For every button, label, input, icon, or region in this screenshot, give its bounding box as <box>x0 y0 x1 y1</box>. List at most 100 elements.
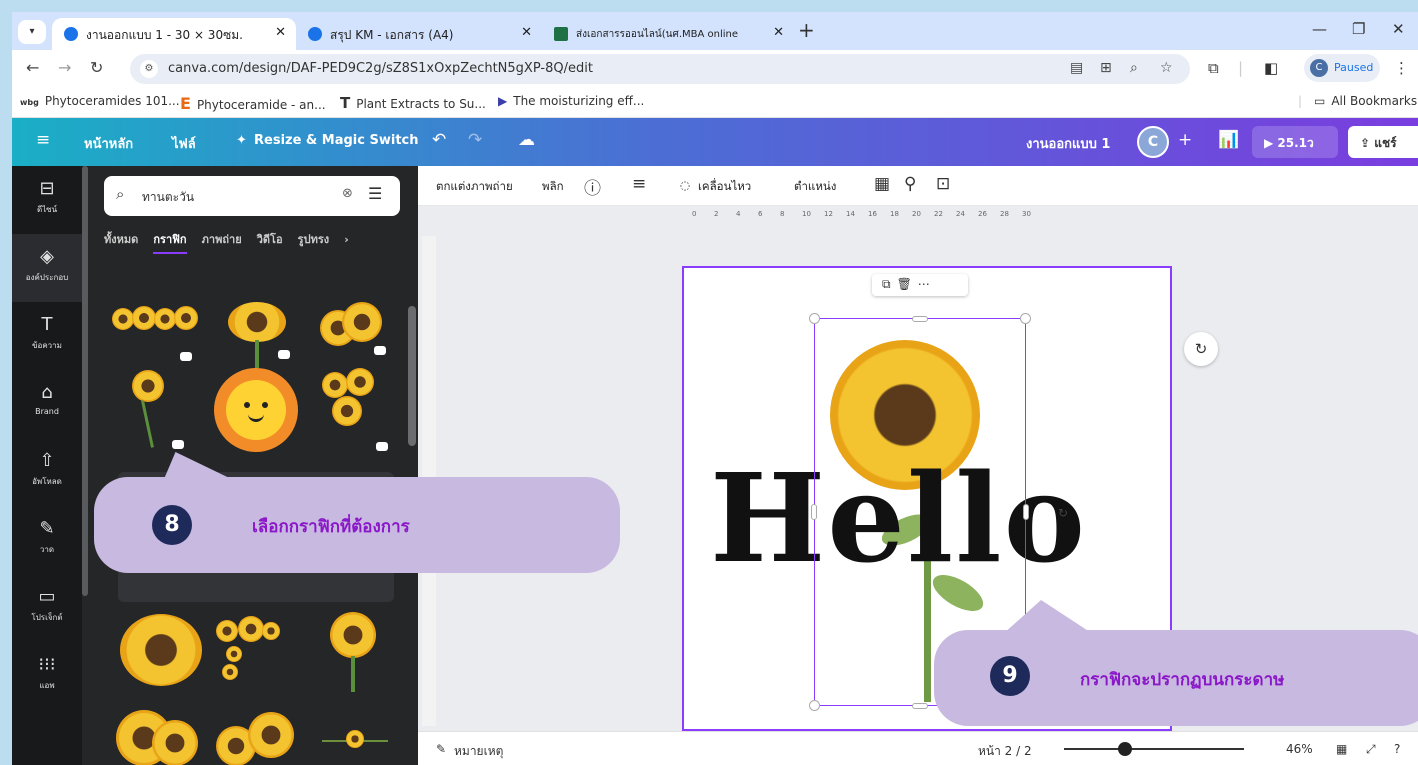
graphic-thumbnail[interactable] <box>326 612 386 692</box>
graphic-thumbnail[interactable] <box>112 302 202 361</box>
clear-icon[interactable]: ⊗ <box>342 186 353 201</box>
bookmark-item[interactable]: T Plant Extracts to Su... <box>340 94 486 112</box>
rotate-handle-icon[interactable]: ↻ <box>1058 506 1068 520</box>
search-value[interactable]: ทานตะวัน <box>142 188 194 207</box>
rail-item-design[interactable]: ⊟ ดีไซน์ <box>12 166 82 234</box>
rail-item-elements[interactable]: ◈ องค์ประกอบ <box>12 234 82 302</box>
resize-magic-switch-button[interactable]: Resize & Magic Switch <box>254 133 419 148</box>
bookmark-item[interactable]: wbg Phytoceramides 101... <box>20 94 180 108</box>
tab-km-doc[interactable]: สรุป KM - เอกสาร (A4) ✕ <box>296 18 542 50</box>
all-bookmarks-button[interactable]: ▭ All Bookmarks <box>1314 94 1417 108</box>
resize-handle[interactable] <box>811 504 817 520</box>
kebab-menu-icon[interactable]: ⋮ <box>1394 59 1409 77</box>
tab-photos[interactable]: ภาพถ่าย <box>202 230 242 252</box>
close-icon[interactable]: ✕ <box>275 25 286 40</box>
zoom-icon[interactable]: ⌕ <box>1130 60 1138 76</box>
present-button[interactable]: ▶ 25.1ว <box>1252 126 1338 158</box>
bookmark-item[interactable]: E Phytoceramide - an... <box>180 94 326 113</box>
results-scrollbar[interactable] <box>408 306 416 446</box>
tab-shapes[interactable]: รูปทรง <box>298 230 329 252</box>
zoom-slider-handle[interactable] <box>1118 742 1132 756</box>
align-icon[interactable]: ≡ <box>632 174 646 194</box>
close-icon[interactable]: ✕ <box>773 25 784 40</box>
url-text[interactable]: canva.com/design/DAF-PED9C2g/sZ8S1xOxpZe… <box>168 61 593 76</box>
home-button[interactable]: หน้าหลัก <box>84 133 133 154</box>
star-icon[interactable]: ☆ <box>1160 60 1173 76</box>
tab-all[interactable]: ทั้งหมด <box>104 230 138 252</box>
tab-graphics[interactable]: กราฟิก <box>153 230 187 254</box>
zoom-level[interactable]: 46% <box>1286 742 1313 756</box>
lock-icon[interactable]: ⊡ <box>936 174 950 194</box>
close-window-icon[interactable]: ✕ <box>1392 20 1405 38</box>
resize-handle[interactable] <box>1020 313 1031 324</box>
panel-scrollbar[interactable] <box>82 166 88 596</box>
graphic-thumbnail[interactable] <box>314 294 394 364</box>
info-icon[interactable]: ⓘ <box>584 174 601 199</box>
filter-icon[interactable]: ☰ <box>368 184 382 203</box>
forward-icon[interactable]: → <box>58 58 71 77</box>
grid-view-icon[interactable]: ▦ <box>1336 742 1347 756</box>
menu-icon[interactable]: ≡ <box>36 130 50 150</box>
rail-item-projects[interactable]: ▭ โปรเจ็กต์ <box>12 574 82 642</box>
rail-item-uploads[interactable]: ⇧ อัพโหลด <box>12 438 82 506</box>
help-icon[interactable]: ? <box>1394 742 1400 756</box>
reload-icon[interactable]: ↻ <box>90 58 103 77</box>
graphic-thumbnail[interactable] <box>116 610 206 690</box>
animate-button[interactable]: เคลื่อนไหว <box>698 178 751 196</box>
page-indicator[interactable]: หน้า 2 / 2 <box>978 742 1032 761</box>
rail-item-apps[interactable]: ⁝⁝⁝ แอพ <box>12 642 82 710</box>
fullscreen-icon[interactable]: ⤢ <box>1366 742 1376 757</box>
chevron-right-icon[interactable]: › <box>344 233 349 250</box>
new-tab-button[interactable]: + <box>798 18 815 42</box>
graphic-thumbnail[interactable] <box>322 726 392 756</box>
translate-icon[interactable]: ⊞ <box>1100 60 1112 76</box>
resize-handle[interactable] <box>912 316 928 322</box>
rail-item-draw[interactable]: ✎ วาด <box>12 506 82 574</box>
graphic-thumbnail[interactable] <box>212 706 302 765</box>
notes-button[interactable]: หมายเหตุ <box>454 742 503 761</box>
resize-handle[interactable] <box>912 703 928 709</box>
graphic-thumbnail[interactable] <box>116 706 206 765</box>
rail-item-brand[interactable]: ⌂ Brand <box>12 370 82 438</box>
close-icon[interactable]: ✕ <box>521 25 532 40</box>
bookmark-item[interactable]: ▶ The moisturizing eff... <box>498 94 644 108</box>
design-title[interactable]: งานออกแบบ 1 <box>1026 133 1110 154</box>
sidepanel-icon[interactable]: ◧ <box>1264 59 1278 77</box>
graphic-thumbnail[interactable] <box>122 370 202 456</box>
resize-handle[interactable] <box>809 700 820 711</box>
graphic-thumbnail[interactable] <box>222 296 302 368</box>
undo-icon[interactable]: ↶ <box>432 130 446 150</box>
resize-handle[interactable] <box>809 313 820 324</box>
graphic-thumbnail[interactable] <box>316 368 396 454</box>
site-info-icon[interactable]: ⚙ <box>140 60 158 78</box>
element-quick-actions[interactable]: ⧉🗑⋯ <box>872 274 968 296</box>
invite-icon[interactable]: + <box>1178 130 1192 150</box>
restore-icon[interactable]: ❐ <box>1352 20 1365 38</box>
profile-button[interactable]: C Paused <box>1304 54 1380 82</box>
user-avatar[interactable]: C <box>1137 126 1169 158</box>
minimize-icon[interactable]: — <box>1312 20 1327 38</box>
extensions-icon[interactable]: ⧉ <box>1208 59 1219 77</box>
tab-excel[interactable]: ส่งเอกสารรออนไลน์(นศ.MBA online ✕ <box>542 18 794 50</box>
position-button[interactable]: ตำแหน่ง <box>794 178 836 196</box>
back-icon[interactable]: ← <box>26 58 39 77</box>
tab-canva-design[interactable]: งานออกแบบ 1 - 30 × 30ซม. ✕ <box>52 18 296 50</box>
clipboard-icon[interactable]: ▤ <box>1070 60 1083 76</box>
resize-handle[interactable] <box>1023 504 1029 520</box>
zoom-slider[interactable] <box>1064 748 1244 750</box>
edit-photo-button[interactable]: ตกแต่งภาพถ่าย <box>436 178 513 196</box>
cloud-saved-icon[interactable]: ☁ <box>518 130 535 150</box>
file-menu[interactable]: ไฟล์ <box>172 133 196 154</box>
redo-icon[interactable]: ↷ <box>468 130 482 150</box>
rail-item-text[interactable]: T ข้อความ <box>12 302 82 370</box>
omnibox[interactable]: ⚙ canva.com/design/DAF-PED9C2g/sZ8S1xOxp… <box>130 54 1190 84</box>
insights-icon[interactable]: 📊 <box>1218 130 1239 150</box>
flip-button[interactable]: พลิก <box>542 178 564 196</box>
share-button[interactable]: ⇪ แชร์ <box>1348 126 1418 158</box>
regenerate-icon[interactable]: ↻ <box>1184 332 1218 366</box>
graphic-thumbnail[interactable] <box>212 366 302 456</box>
tab-search-button[interactable]: ▾ <box>18 20 46 44</box>
transparency-icon[interactable]: ▦ <box>874 174 890 194</box>
graphic-thumbnail[interactable] <box>212 614 302 684</box>
copy-style-icon[interactable]: ⚲ <box>904 174 916 194</box>
